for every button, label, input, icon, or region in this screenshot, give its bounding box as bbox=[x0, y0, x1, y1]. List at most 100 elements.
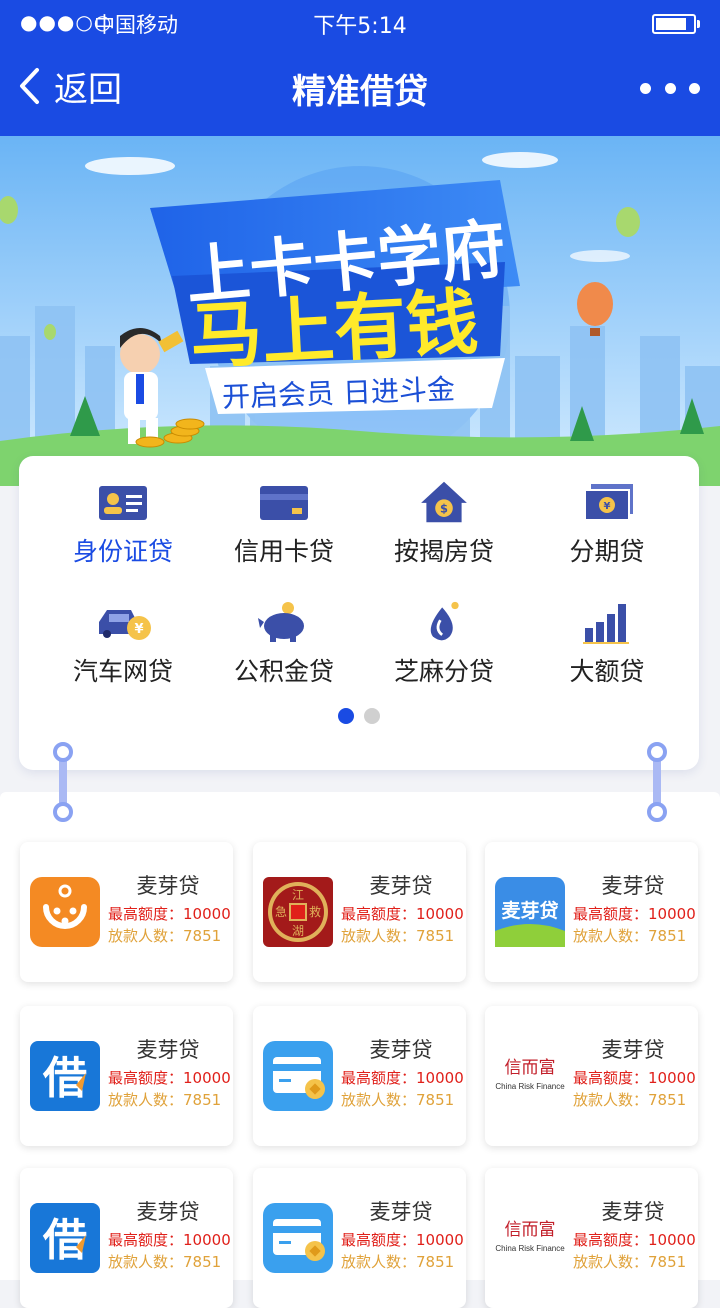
category-label: 芝麻分贷 bbox=[393, 657, 494, 686]
svg-text:湖: 湖 bbox=[292, 923, 304, 938]
category-credit-card-loan[interactable]: 信用卡贷 bbox=[204, 480, 364, 580]
loan-limit: 最高额度：10000 bbox=[341, 1231, 464, 1249]
category-housing-fund-loan[interactable]: 公积金贷 bbox=[204, 600, 364, 700]
loan-count: 放款人数：7851 bbox=[108, 1253, 222, 1271]
loan-name: 麦芽贷 bbox=[136, 1038, 200, 1062]
card-coin-logo bbox=[263, 1041, 333, 1111]
status-time: 下午5:14 bbox=[313, 14, 407, 39]
loan-card[interactable]: 麦芽贷 最高额度：10000 放款人数：7851 bbox=[253, 1006, 466, 1146]
loan-count: 放款人数：7851 bbox=[341, 927, 455, 945]
loan-name: 麦芽贷 bbox=[601, 874, 665, 898]
status-bar: ●●●○○ 中国移动 下午5:14 bbox=[0, 0, 720, 44]
loan-card[interactable]: 信而富 China Risk Finance 麦芽贷 最高额度：10000 放款… bbox=[485, 1006, 698, 1146]
svg-text:$: $ bbox=[440, 502, 448, 516]
jie-logo: 借 bbox=[30, 1203, 100, 1273]
loan-name: 麦芽贷 bbox=[369, 1038, 433, 1062]
page-dot-2[interactable] bbox=[364, 708, 380, 724]
installment-icon: ¥ bbox=[584, 484, 633, 521]
svg-text:¥: ¥ bbox=[134, 622, 143, 637]
loan-name: 麦芽贷 bbox=[369, 874, 433, 898]
category-label: 按揭房贷 bbox=[393, 537, 494, 566]
category-label: 公积金贷 bbox=[233, 657, 334, 686]
category-installment-loan[interactable]: ¥ 分期贷 bbox=[527, 480, 687, 580]
bar-chart-icon bbox=[583, 604, 629, 644]
page-title: 精准借贷 bbox=[292, 72, 428, 112]
loan-list-panel: 麦芽贷 最高额度：10000 放款人数：7851 江 救 湖 急 麦芽贷 最高额… bbox=[0, 792, 720, 1308]
id-card-icon bbox=[99, 486, 147, 520]
loan-card[interactable]: 借 麦芽贷 最高额度：10000 放款人数：7851 bbox=[20, 1168, 233, 1308]
loan-card[interactable]: 信而富 China Risk Finance 麦芽贷 最高额度：10000 放款… bbox=[485, 1168, 698, 1308]
loan-count: 放款人数：7851 bbox=[108, 1091, 222, 1109]
car-icon: ¥ bbox=[99, 610, 151, 640]
page-dot-1[interactable] bbox=[338, 708, 354, 724]
loan-limit: 最高额度：10000 bbox=[108, 1069, 231, 1087]
loan-card[interactable]: 借 麦芽贷 最高额度：10000 放款人数：7851 bbox=[20, 1006, 233, 1146]
xinerfu-logo: 信而富 China Risk Finance bbox=[495, 1041, 565, 1111]
loan-limit: 最高额度：10000 bbox=[573, 905, 696, 923]
loan-card[interactable]: 江 救 湖 急 麦芽贷 最高额度：10000 放款人数：7851 bbox=[253, 842, 466, 982]
loan-name: 麦芽贷 bbox=[601, 1200, 665, 1224]
loan-count: 放款人数：7851 bbox=[341, 1253, 455, 1271]
more-dot-icon bbox=[689, 82, 700, 94]
category-label: 分期贷 bbox=[569, 537, 645, 566]
binder-ring-left bbox=[53, 742, 73, 822]
loan-card[interactable]: 麦芽贷 最高额度：10000 放款人数：7851 bbox=[253, 1168, 466, 1308]
jiang-coin-logo: 江 救 湖 急 bbox=[263, 877, 333, 947]
loan-count: 放款人数：7851 bbox=[573, 927, 687, 945]
svg-text:信而富: 信而富 bbox=[505, 1220, 556, 1240]
sesame-icon bbox=[430, 601, 459, 641]
category-label: 信用卡贷 bbox=[233, 537, 334, 566]
svg-text:信而富: 信而富 bbox=[505, 1058, 556, 1078]
category-id-card-loan[interactable]: 身份证贷 bbox=[43, 480, 203, 580]
category-sesame-credit-loan[interactable]: 芝麻分贷 bbox=[364, 600, 524, 700]
category-label: 身份证贷 bbox=[72, 537, 173, 566]
more-dot-icon bbox=[640, 82, 651, 94]
loan-name: 麦芽贷 bbox=[601, 1038, 665, 1062]
piggy-bank-icon bbox=[258, 602, 304, 642]
loan-limit: 最高额度：10000 bbox=[341, 905, 464, 923]
loan-card[interactable]: 麦芽贷 麦芽贷 最高额度：10000 放款人数：7851 bbox=[485, 842, 698, 982]
credit-card-icon bbox=[260, 486, 308, 520]
loan-card[interactable]: 麦芽贷 最高额度：10000 放款人数：7851 bbox=[20, 842, 233, 982]
svg-text:China Risk Finance: China Risk Finance bbox=[495, 1244, 565, 1253]
loan-limit: 最高额度：10000 bbox=[573, 1069, 696, 1087]
jie-logo: 借 bbox=[30, 1041, 100, 1111]
binder-ring-right bbox=[647, 742, 667, 822]
loan-limit: 最高额度：10000 bbox=[573, 1231, 696, 1249]
loan-limit: 最高额度：10000 bbox=[108, 1231, 231, 1249]
category-label: 大额贷 bbox=[569, 657, 645, 686]
svg-text:麦芽贷: 麦芽贷 bbox=[501, 899, 558, 922]
xinerfu-logo: 信而富 China Risk Finance bbox=[495, 1203, 565, 1273]
svg-text:江: 江 bbox=[292, 888, 304, 902]
svg-text:¥: ¥ bbox=[604, 501, 611, 512]
loan-limit: 最高额度：10000 bbox=[341, 1069, 464, 1087]
loan-limit: 最高额度：10000 bbox=[108, 905, 231, 923]
loan-count: 放款人数：7851 bbox=[341, 1091, 455, 1109]
page-indicator bbox=[19, 708, 699, 724]
svg-text:救: 救 bbox=[309, 904, 321, 919]
svg-text:China Risk Finance: China Risk Finance bbox=[495, 1082, 565, 1091]
svg-text:急: 急 bbox=[275, 904, 287, 919]
category-card: 身份证贷 信用卡贷 $ 按揭房贷 ¥ 分期贷 ¥ 汽车网贷 公积金贷 芝麻分贷 … bbox=[19, 456, 699, 770]
category-mortgage-loan[interactable]: $ 按揭房贷 bbox=[364, 480, 524, 580]
more-button[interactable] bbox=[640, 74, 700, 102]
svg-text:借: 借 bbox=[42, 1215, 87, 1266]
battery-icon bbox=[652, 14, 700, 34]
orange-smile-logo bbox=[30, 877, 100, 947]
promo-banner[interactable]: 上卡卡学府 马上有钱 开启会员 日进斗金 bbox=[0, 136, 720, 486]
category-label: 汽车网贷 bbox=[72, 657, 173, 686]
more-dot-icon bbox=[664, 82, 676, 94]
loan-name: 麦芽贷 bbox=[369, 1200, 433, 1224]
banner-illustration: 上卡卡学府 马上有钱 开启会员 日进斗金 bbox=[0, 136, 720, 486]
category-car-loan[interactable]: ¥ 汽车网贷 bbox=[43, 600, 203, 700]
loan-count: 放款人数：7851 bbox=[108, 927, 222, 945]
loan-count: 放款人数：7851 bbox=[573, 1091, 687, 1109]
loan-count: 放款人数：7851 bbox=[573, 1253, 687, 1271]
svg-text:借: 借 bbox=[42, 1053, 87, 1104]
loan-name: 麦芽贷 bbox=[136, 1200, 200, 1224]
house-icon: $ bbox=[421, 481, 467, 523]
card-coin-logo bbox=[263, 1203, 333, 1273]
category-large-loan[interactable]: 大额贷 bbox=[527, 600, 687, 700]
banner-line2: 马上有钱 bbox=[188, 280, 480, 379]
loan-name: 麦芽贷 bbox=[136, 874, 200, 898]
